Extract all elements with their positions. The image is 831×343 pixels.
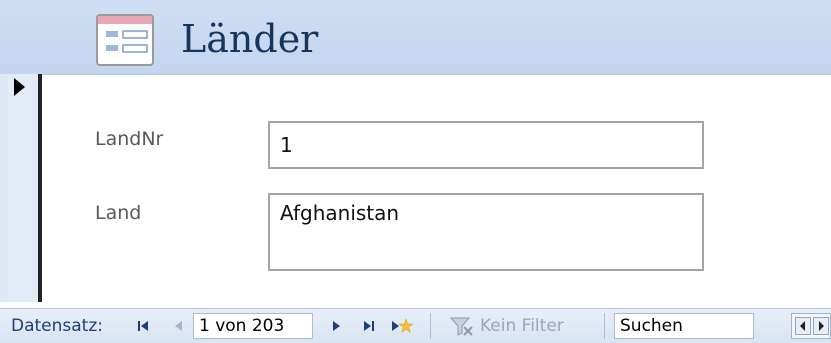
filter-label: Kein Filter	[480, 316, 564, 336]
form-header: Länder	[0, 0, 831, 75]
record-navigation-bar: Datensatz: 1 von 203 Kein Filter Suchen	[0, 308, 831, 343]
land-label: Land	[95, 202, 142, 224]
form-title: Länder	[181, 17, 319, 61]
previous-record-icon[interactable]	[170, 318, 188, 334]
form-left-edge	[0, 74, 8, 302]
new-record-icon[interactable]	[390, 318, 414, 334]
horizontal-scrollbar[interactable]	[791, 313, 831, 339]
search-input[interactable]: Suchen	[614, 313, 754, 339]
current-record-arrow-icon	[14, 78, 25, 96]
nav-separator	[430, 313, 431, 339]
land-field[interactable]: Afghanistan	[268, 193, 704, 271]
record-selector[interactable]	[8, 74, 42, 302]
form-icon	[96, 14, 154, 66]
landnr-field[interactable]: 1	[268, 121, 704, 169]
record-nav-label: Datensatz:	[11, 316, 103, 336]
access-form: Länder LandNr 1 Land Afghanistan Datensa…	[0, 0, 831, 343]
nav-separator	[604, 313, 605, 339]
scroll-right-icon[interactable]	[813, 317, 829, 339]
current-record-input[interactable]: 1 von 203	[193, 313, 313, 339]
landnr-label: LandNr	[95, 128, 164, 150]
first-record-icon[interactable]	[134, 318, 152, 334]
filter-icon	[448, 315, 474, 342]
scroll-left-icon[interactable]	[795, 317, 811, 339]
next-record-icon[interactable]	[328, 318, 346, 334]
last-record-icon[interactable]	[360, 318, 378, 334]
